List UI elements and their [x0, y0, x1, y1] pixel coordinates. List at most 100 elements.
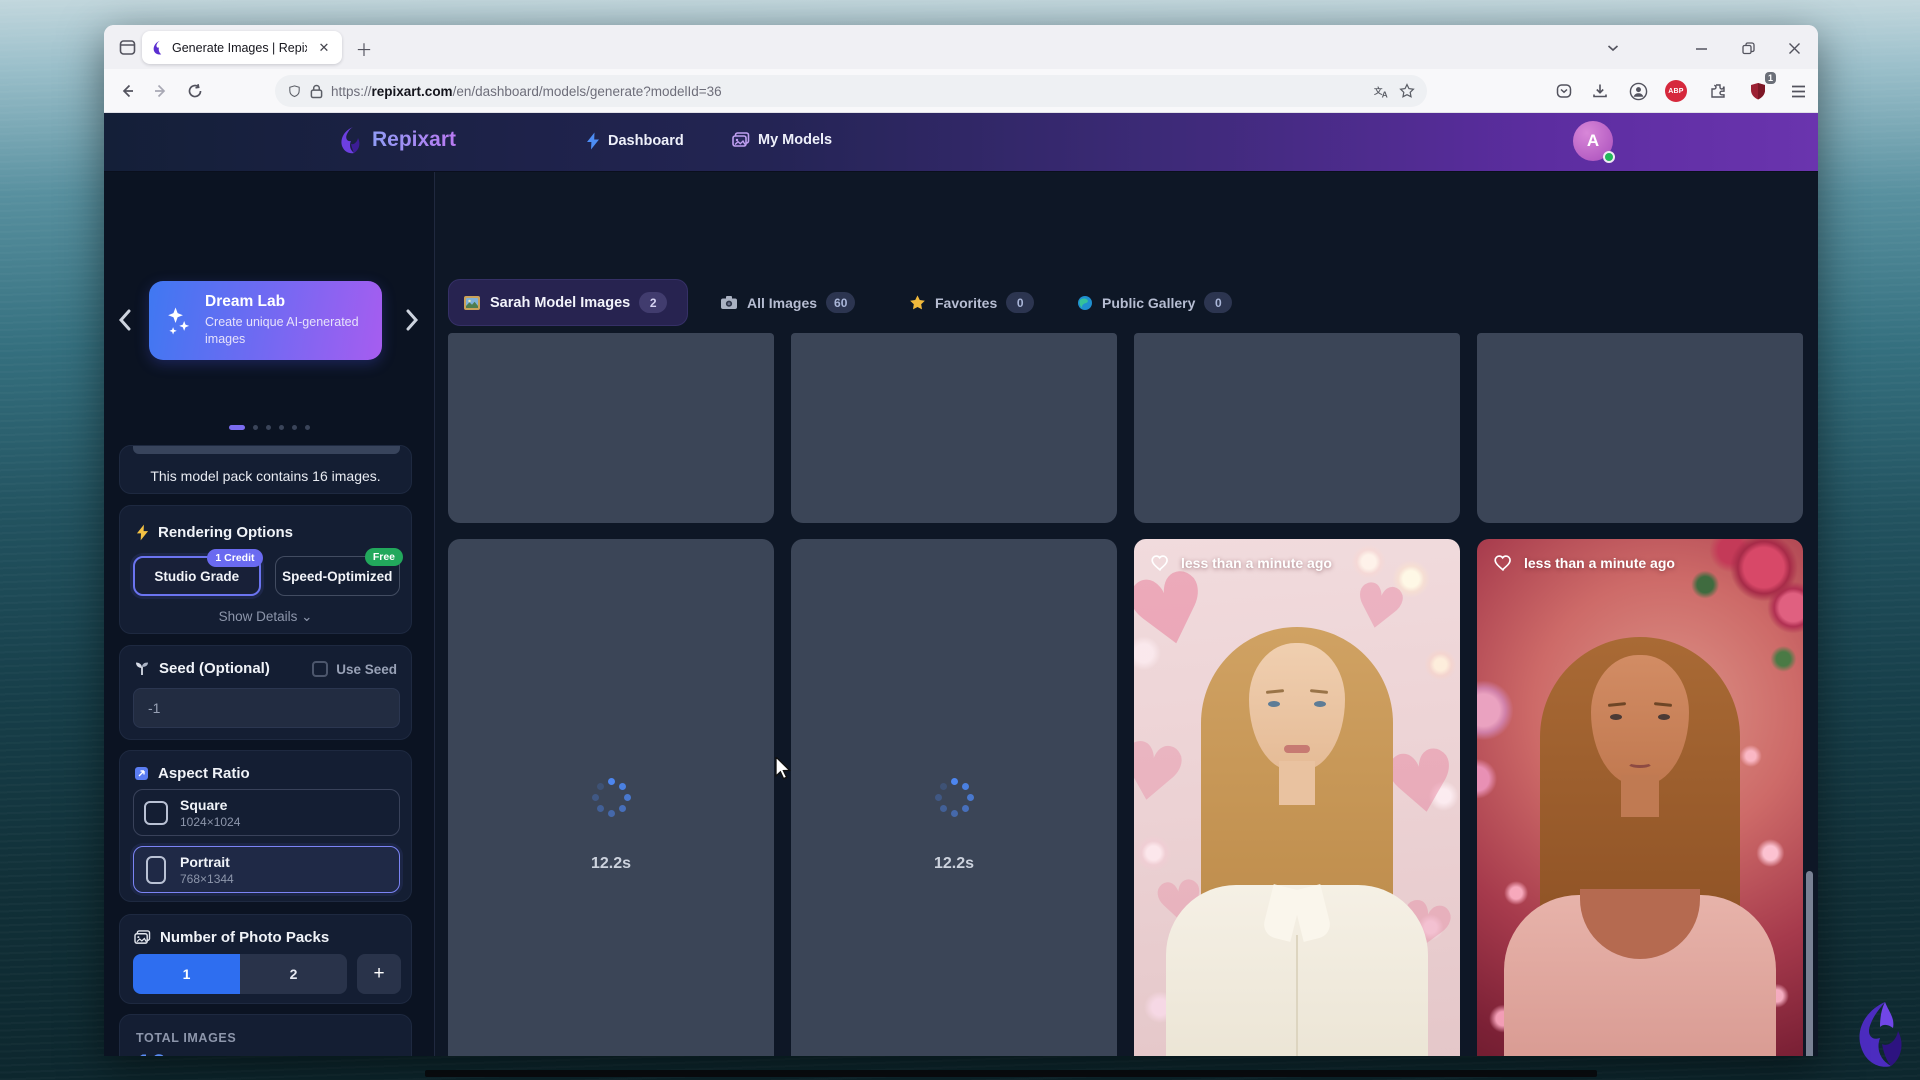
carousel-pagination-dots[interactable]: [104, 425, 435, 430]
tab-all-images[interactable]: All Images 60: [708, 279, 867, 326]
brand-name: Repixart: [372, 128, 456, 152]
square-size: 1024×1024: [180, 815, 240, 829]
desktop-app-logo-icon[interactable]: [1843, 998, 1905, 1070]
window-minimize-button[interactable]: [1684, 34, 1718, 62]
url-path: /en/dashboard/models/generate?modelId=36: [453, 84, 722, 99]
carousel-dot[interactable]: [279, 425, 284, 430]
rendering-buttons: Studio Grade 1 Credit Speed-Optimized Fr…: [133, 556, 400, 596]
image-placeholder-card[interactable]: [1477, 333, 1803, 523]
window-close-button[interactable]: [1777, 34, 1811, 62]
extensions-puzzle-icon[interactable]: [1702, 76, 1734, 106]
square-label: Square: [180, 797, 240, 813]
favorite-heart-icon[interactable]: [1493, 553, 1514, 572]
use-seed-checkbox[interactable]: [312, 661, 328, 677]
tab-label: Sarah Model Images: [490, 295, 630, 311]
aspect-option-portrait[interactable]: Portrait 768×1344: [133, 846, 400, 893]
page-content: Repixart Dashboard My Models A: [104, 113, 1818, 1056]
seed-title: Seed (Optional): [159, 660, 270, 677]
gallery-main: Sarah Model Images 2 All Images 60 Favor…: [435, 172, 1818, 1056]
studio-grade-button[interactable]: Studio Grade 1 Credit: [133, 556, 261, 596]
free-badge: Free: [365, 548, 403, 566]
generating-image-card[interactable]: 12.2s: [448, 539, 774, 1056]
adguard-shield-icon[interactable]: 1: [1742, 76, 1774, 106]
packs-option-1[interactable]: 1: [133, 954, 240, 994]
sidebar: Dream Lab Create unique AI-generated ima…: [104, 172, 435, 1056]
bookmark-star-icon[interactable]: [1399, 83, 1415, 99]
nav-item-label: Dashboard: [608, 133, 684, 149]
image-placeholder-card[interactable]: [791, 333, 1117, 523]
loading-state: 12.2s: [448, 539, 774, 1056]
tab-favorites[interactable]: Favorites 0: [897, 279, 1046, 326]
tab-sarah-model-images[interactable]: Sarah Model Images 2: [448, 279, 688, 326]
back-button[interactable]: [112, 76, 142, 106]
image-placeholder-card[interactable]: [1134, 333, 1460, 523]
carousel-dot-active[interactable]: [229, 425, 245, 430]
nav-item-label: My Models: [758, 132, 832, 148]
carousel-dot[interactable]: [305, 425, 310, 430]
new-tab-button[interactable]: ＋: [350, 34, 378, 62]
url-bar[interactable]: https://repixart.com/en/dashboard/models…: [275, 75, 1427, 107]
favorite-heart-icon[interactable]: [1150, 553, 1171, 572]
speed-optimized-button[interactable]: Speed-Optimized Free: [275, 556, 401, 596]
rendering-options-header: Rendering Options: [136, 524, 395, 541]
generated-image-card[interactable]: ♥ ♥ ♥ ♥ ♥ ♥: [1134, 539, 1460, 1056]
lock-icon[interactable]: [310, 84, 323, 99]
photo-header: less than a minute ago: [1493, 553, 1675, 572]
pocket-save-icon[interactable]: [1548, 76, 1580, 106]
tab-count-badge: 60: [826, 292, 855, 313]
browser-tab[interactable]: Generate Images | Repixart ✕: [142, 31, 342, 64]
tab-count-badge: 0: [1204, 292, 1232, 313]
online-status-dot: [1603, 151, 1615, 163]
tab-public-gallery[interactable]: Public Gallery 0: [1065, 279, 1244, 326]
site-navbar: Repixart Dashboard My Models A: [104, 113, 1818, 172]
page-scrollbar-thumb[interactable]: [1806, 871, 1813, 1056]
portrait-shape-icon: [146, 856, 166, 884]
avatar-initial: A: [1587, 131, 1599, 151]
nav-item-my-models[interactable]: My Models: [732, 132, 832, 148]
carousel-dot[interactable]: [292, 425, 297, 430]
reload-button[interactable]: [180, 76, 210, 106]
photo-header: less than a minute ago: [1150, 553, 1332, 572]
carousel-prev-chevron-icon[interactable]: [112, 302, 136, 338]
photos-icon: [732, 132, 750, 148]
carousel-dot[interactable]: [266, 425, 271, 430]
speed-optimized-label: Speed-Optimized: [282, 569, 392, 584]
abp-badge: ABP: [1665, 80, 1687, 102]
tracking-shield-icon[interactable]: [287, 84, 302, 99]
generated-image-card[interactable]: less than a minute ago: [1477, 539, 1803, 1056]
scroll-cut-bar: [133, 446, 400, 454]
tab-organizer-icon[interactable]: [112, 32, 142, 62]
globe-icon: [1077, 295, 1093, 311]
aspect-option-square[interactable]: Square 1024×1024: [133, 789, 400, 836]
adblock-plus-icon[interactable]: ABP: [1660, 76, 1692, 106]
dream-lab-card[interactable]: Dream Lab Create unique AI-generated ima…: [149, 281, 382, 360]
window-restore-button[interactable]: [1731, 34, 1765, 62]
tab-label: Favorites: [935, 295, 997, 311]
portrait-shirt: [1166, 885, 1428, 1056]
hamburger-menu-icon[interactable]: [1782, 76, 1814, 106]
portrait-size: 768×1344: [180, 872, 234, 886]
show-details-toggle[interactable]: Show Details ⌄: [120, 609, 411, 625]
nav-item-dashboard[interactable]: Dashboard: [586, 132, 684, 150]
packs-add-button[interactable]: +: [357, 954, 401, 994]
image-placeholder-card[interactable]: [448, 333, 774, 523]
seed-input[interactable]: [133, 688, 400, 728]
portrait-face: [1591, 655, 1689, 785]
packs-option-2[interactable]: 2: [240, 954, 347, 994]
forward-button[interactable]: [146, 76, 176, 106]
brand[interactable]: Repixart: [336, 125, 456, 155]
list-tabs-chevron-icon[interactable]: [1598, 34, 1628, 62]
avatar[interactable]: A: [1573, 121, 1613, 161]
carousel-next-chevron-icon[interactable]: [400, 302, 424, 338]
tab-close-icon[interactable]: ✕: [314, 38, 334, 58]
carousel-dot[interactable]: [253, 425, 258, 430]
dream-lab-subtitle: Create unique AI-generated images: [205, 314, 365, 348]
account-icon[interactable]: [1622, 76, 1654, 106]
downloads-icon[interactable]: [1584, 76, 1616, 106]
seed-card: Seed (Optional) Use Seed: [119, 645, 412, 740]
generating-image-card[interactable]: 12.2s: [791, 539, 1117, 1056]
use-seed-toggle[interactable]: Use Seed: [312, 661, 397, 677]
url-text[interactable]: https://repixart.com/en/dashboard/models…: [331, 84, 1366, 99]
photo-timestamp: less than a minute ago: [1524, 555, 1675, 571]
translate-icon[interactable]: 文A: [1374, 84, 1391, 99]
